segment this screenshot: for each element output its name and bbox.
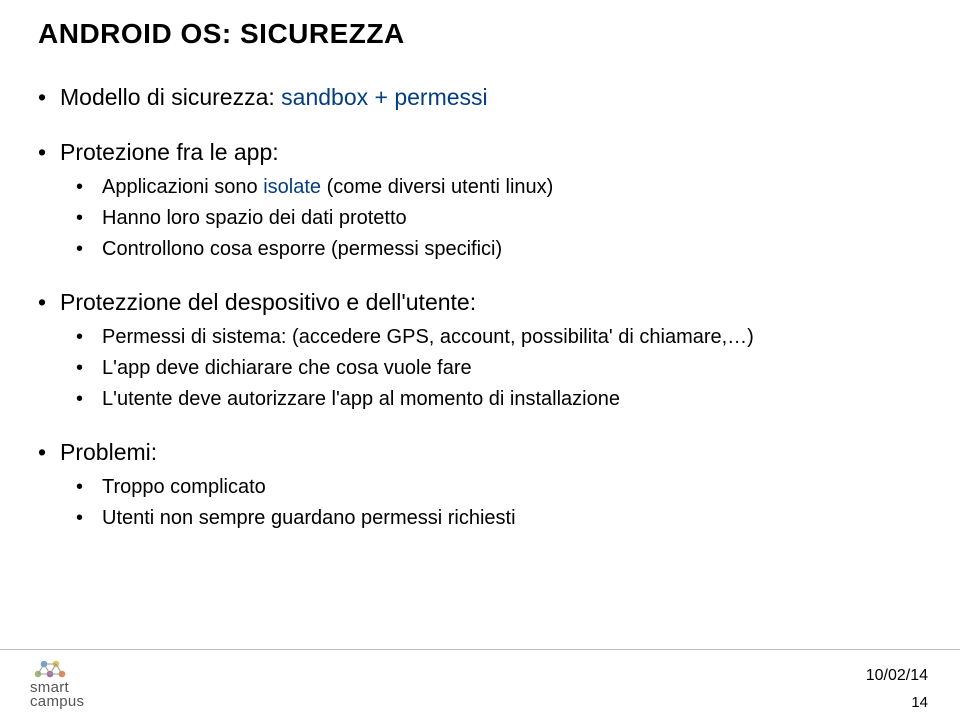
slide-date: 10/02/14 [866,667,928,685]
bullet-app-protection: Protezione fra le app: Applicazioni sono… [38,137,922,263]
bullet-problems: Problemi: Troppo complicato Utenti non s… [38,437,922,532]
logo: smart campus [30,656,84,710]
text: Protezione fra le app: [60,139,279,165]
page-number: 14 [911,694,928,711]
sub-item: Hanno loro spazio dei dati protetto [76,205,922,232]
emphasis: isolate [263,176,321,198]
logo-icon [30,656,80,680]
logo-text: smart campus [30,681,84,710]
bullet-list: Modello di sicurezza: sandbox + permessi… [38,82,922,532]
bullet-device-protection: Protezzione del despositivo e dell'utent… [38,287,922,413]
slide-title: ANDROID OS: SICUREZZA [38,18,922,50]
text: Applicazioni sono [102,176,263,198]
sub-item: Permessi di sistema: (accedere GPS, acco… [76,324,922,351]
emphasis: sandbox + permessi [281,84,487,110]
text: Modello di sicurezza: [60,84,281,110]
sub-item: L'utente deve autorizzare l'app al momen… [76,386,922,413]
text: (come diversi utenti linux) [321,176,553,198]
sub-list: Applicazioni sono isolate (come diversi … [60,174,922,263]
sub-item: Utenti non sempre guardano permessi rich… [76,505,922,532]
sub-item: Controllono cosa esporre (permessi speci… [76,236,922,263]
logo-line2: campus [30,693,84,710]
footer: smart campus 10/02/14 14 [0,649,960,719]
text: Problemi: [60,439,157,465]
sub-list: Permessi di sistema: (accedere GPS, acco… [60,324,922,413]
sub-list: Troppo complicato Utenti non sempre guar… [60,474,922,532]
sub-item: Troppo complicato [76,474,922,501]
sub-item: L'app deve dichiarare che cosa vuole far… [76,355,922,382]
text: Protezzione del despositivo e dell'utent… [60,289,476,315]
slide: ANDROID OS: SICUREZZA Modello di sicurez… [0,0,960,532]
bullet-model: Modello di sicurezza: sandbox + permessi [38,82,922,113]
sub-item: Applicazioni sono isolate (come diversi … [76,174,922,201]
